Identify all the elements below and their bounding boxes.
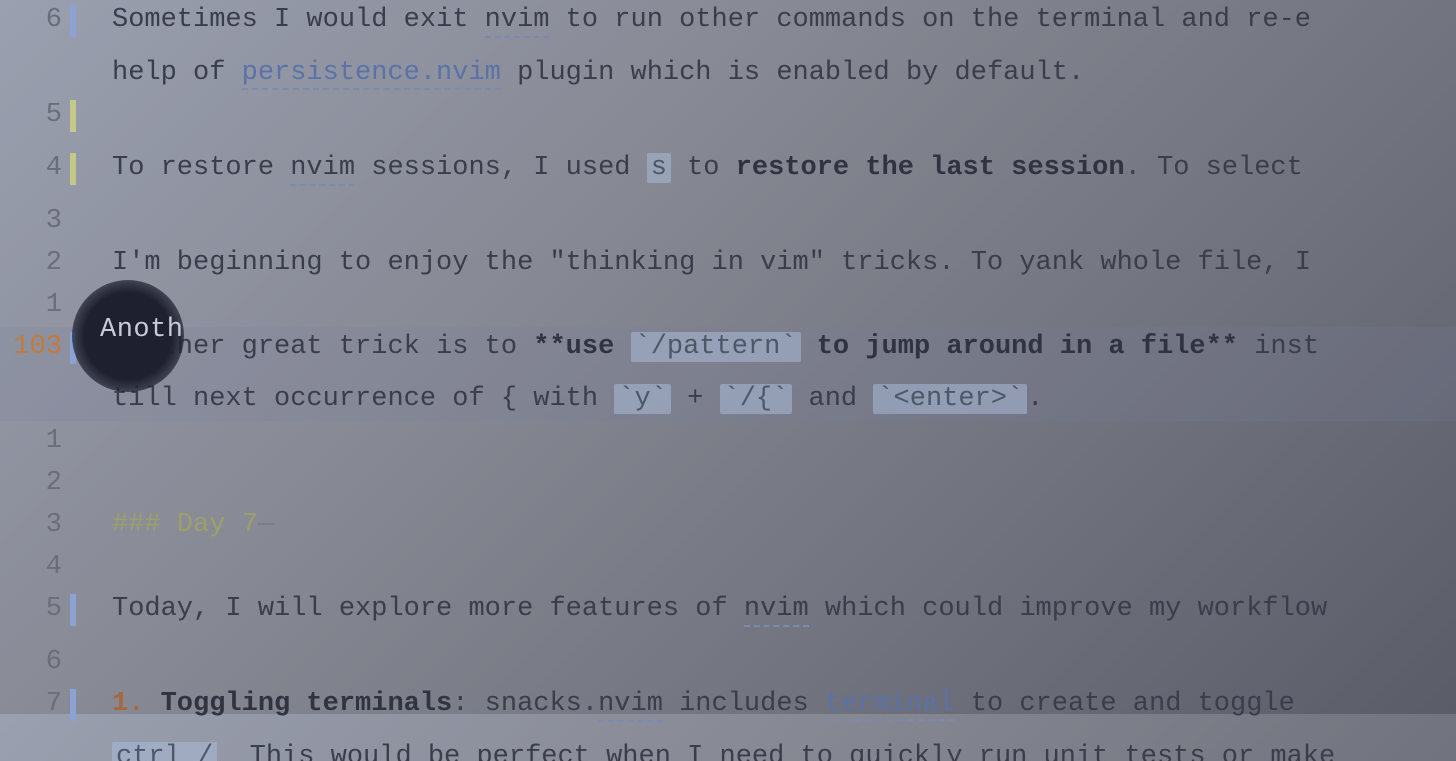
editor-line[interactable]: 7 1. Toggling terminals: snacks.nvim incl… (0, 684, 1456, 737)
text-hl-key: s (647, 153, 671, 183)
line-number: 103 (0, 327, 70, 369)
text-hl-key: `<enter>` (873, 384, 1027, 414)
editor-line[interactable]: 3 ### Day 7— (0, 505, 1456, 547)
text: . (1027, 384, 1043, 414)
editor-line[interactable]: 1 (0, 421, 1456, 463)
line-number: 1 (0, 421, 70, 463)
line-number: 4 (0, 148, 70, 190)
editor-line[interactable]: 4 (0, 547, 1456, 589)
git-marker (70, 327, 82, 380)
text: to (671, 153, 736, 183)
git-marker (70, 684, 82, 737)
text-bold: Toggling terminals (161, 689, 453, 719)
editor-line[interactable]: 2 (0, 463, 1456, 505)
editor-viewport[interactable]: 6 Sometimes I would exit nvim to run othe… (0, 0, 1456, 761)
text: . To select (1125, 153, 1319, 183)
text: I'm beginning to enjoy the "thinking in … (112, 248, 1311, 278)
line-number: 2 (0, 463, 70, 505)
line-content[interactable]: I'm beginning to enjoy the "thinking in … (112, 243, 1456, 285)
git-marker (70, 95, 82, 148)
text: Sometimes I would exit (112, 5, 485, 35)
text: + (671, 384, 720, 414)
text-bold: to jump around in a file** (801, 332, 1238, 362)
text: Today, I will explore more features of (112, 594, 744, 624)
text-hl-key: `/{` (720, 384, 793, 414)
text: This would be perfect when I need to qui… (217, 742, 1335, 761)
editor-line[interactable]: 3 (0, 201, 1456, 243)
text: till next occurrence of { with (112, 384, 614, 414)
text: to create and toggle (955, 689, 1311, 719)
text: plugin which is enabled by default. (501, 58, 1084, 88)
line-number: 6 (0, 642, 70, 684)
editor-line[interactable]: ctrl / This would be perfect when I need… (0, 737, 1456, 761)
line-content[interactable]: ctrl / This would be perfect when I need… (112, 737, 1456, 761)
text-link[interactable]: terminal (825, 689, 955, 721)
text-underline-dash: nvim (485, 5, 550, 38)
text-underline-dash: nvim (744, 594, 809, 627)
line-content[interactable]: Today, I will explore more features of n… (112, 589, 1456, 631)
text-heading: ### Day 7 (112, 510, 258, 540)
line-content[interactable]: Another great trick is to **use `/patter… (112, 327, 1456, 369)
git-marker (70, 148, 82, 201)
line-number: 3 (0, 201, 70, 243)
editor-line[interactable]: 4 To restore nvim sessions, I used s to r… (0, 148, 1456, 201)
text-num-list: 1. (112, 689, 161, 719)
line-number: 1 (0, 285, 70, 327)
editor-line[interactable]: 6 (0, 642, 1456, 684)
git-marker (70, 0, 82, 53)
editor-line-current[interactable]: till next occurrence of { with `y` + `/{… (0, 379, 1456, 421)
editor-line[interactable]: 5 Today, I will explore more features of … (0, 589, 1456, 642)
text-hl-key: `y` (614, 384, 671, 414)
line-number: 4 (0, 547, 70, 589)
text-hl-key: `/pattern` (631, 332, 801, 362)
line-number: 6 (0, 0, 70, 42)
editor-line[interactable]: 6 Sometimes I would exit nvim to run othe… (0, 0, 1456, 53)
text-bold: restore the last session (736, 153, 1125, 183)
text-trail: — (258, 510, 274, 540)
line-content[interactable]: help of persistence.nvim plugin which is… (112, 53, 1456, 95)
editor-line[interactable]: help of persistence.nvim plugin which is… (0, 53, 1456, 95)
editor-line[interactable]: 1 (0, 285, 1456, 327)
text-hl-key: ctrl / (112, 742, 217, 761)
line-number: 3 (0, 505, 70, 547)
editor-line-current[interactable]: 103 Another great trick is to **use `/pat… (0, 327, 1456, 380)
line-content[interactable]: ### Day 7— (112, 505, 1456, 547)
editor-line[interactable]: 5 (0, 95, 1456, 148)
text: Another great trick is to (112, 332, 533, 362)
text-underline-dash: nvim (290, 153, 355, 186)
text-bold: **use (533, 332, 630, 362)
line-content[interactable]: To restore nvim sessions, I used s to re… (112, 148, 1456, 190)
text-underline-dash: nvim (598, 689, 663, 722)
line-number: 2 (0, 243, 70, 285)
line-content[interactable]: Sometimes I would exit nvim to run other… (112, 0, 1456, 42)
text: sessions, I used (355, 153, 647, 183)
text: : snacks. (452, 689, 598, 719)
text: includes (663, 689, 825, 719)
text: which could improve my workflow (809, 594, 1327, 624)
line-number: 7 (0, 684, 70, 726)
text: and (792, 384, 873, 414)
text: help of (112, 58, 242, 88)
text: to run other commands on the terminal an… (549, 5, 1311, 35)
line-content[interactable]: till next occurrence of { with `y` + `/{… (112, 379, 1456, 421)
line-number: 5 (0, 95, 70, 137)
line-number: 5 (0, 589, 70, 631)
editor-line[interactable]: 2 I'm beginning to enjoy the "thinking in… (0, 243, 1456, 285)
text: To restore (112, 153, 290, 183)
line-content[interactable]: 1. Toggling terminals: snacks.nvim inclu… (112, 684, 1456, 726)
text-link[interactable]: persistence.nvim (242, 58, 501, 90)
git-marker (70, 589, 82, 642)
text: inst (1238, 332, 1319, 362)
